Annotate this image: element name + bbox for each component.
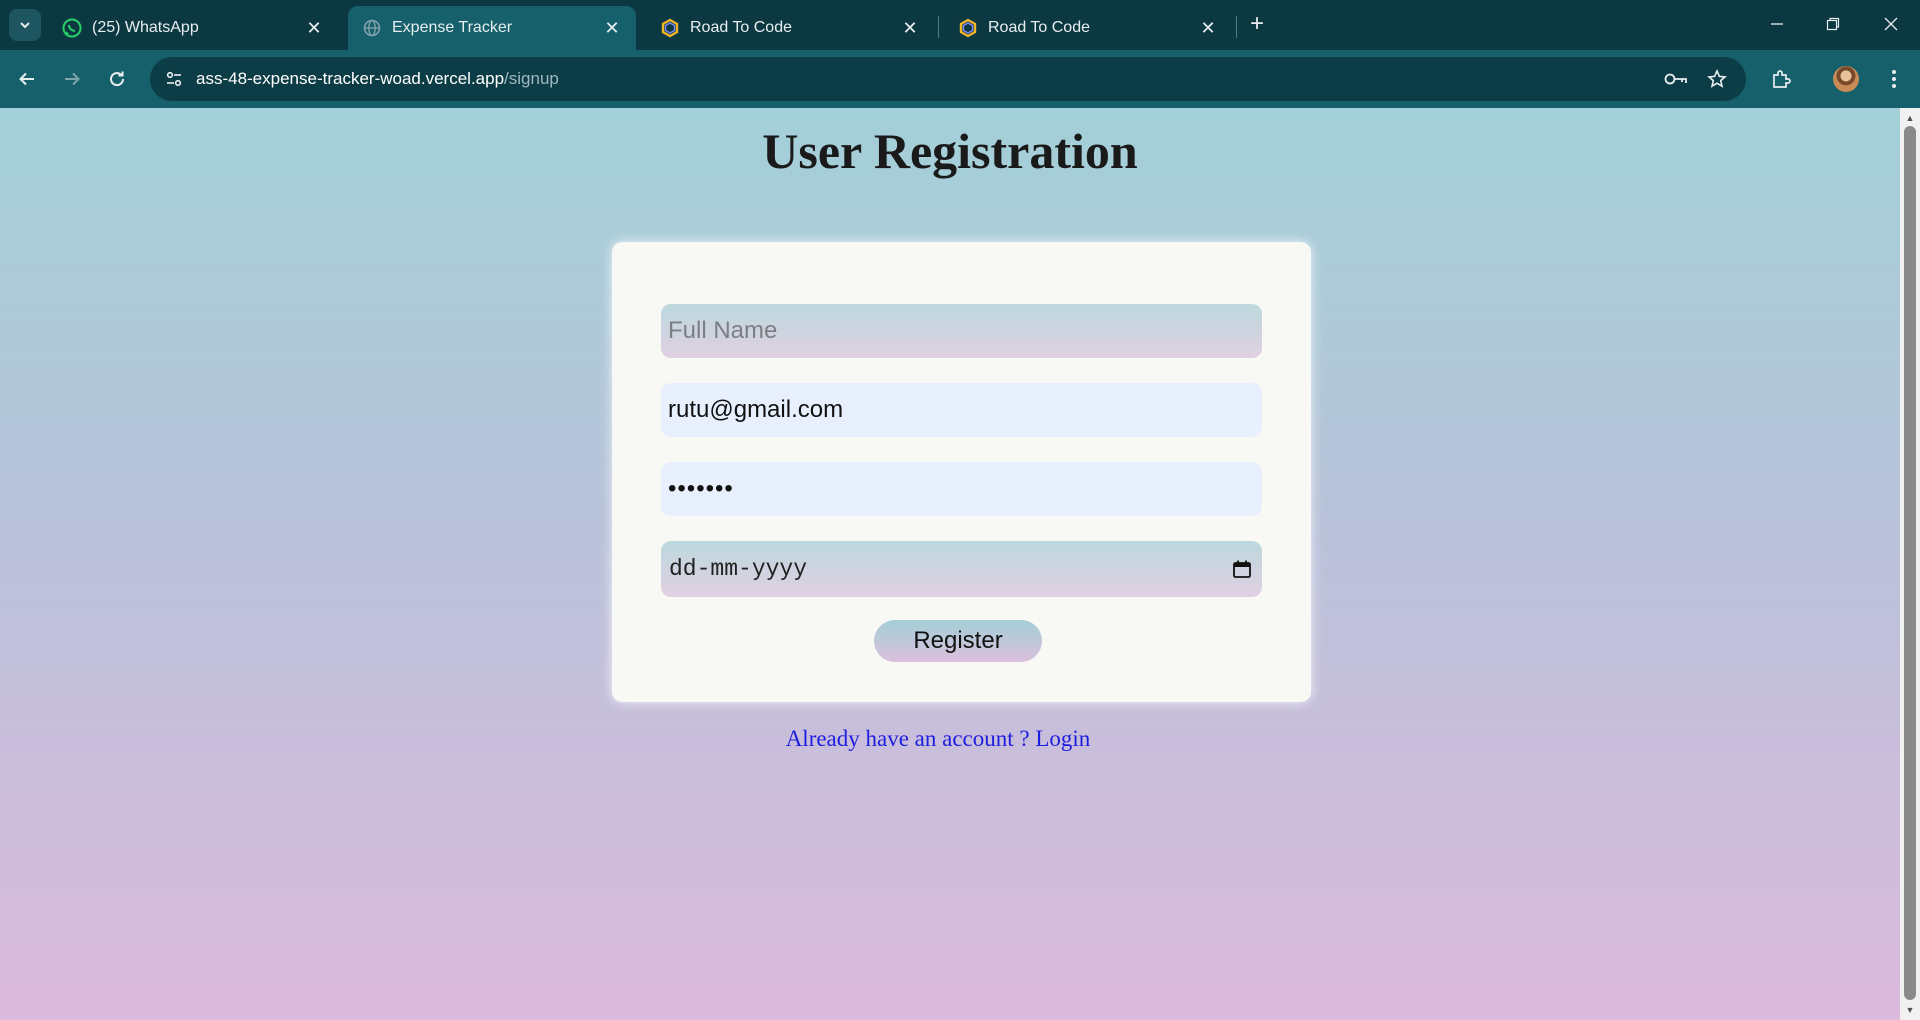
globe-icon (362, 18, 382, 38)
tab-road-to-code-1[interactable]: Road To Code ✕ (646, 6, 934, 50)
page-viewport: User Registration dd-mm-yyyy Register Al… (0, 108, 1900, 1020)
page-title: User Registration (762, 123, 1138, 179)
scrollbar-thumb[interactable] (1904, 126, 1916, 1000)
address-bar[interactable]: ass-48-expense-tracker-woad.vercel.app/s… (150, 57, 1746, 101)
page-scrollbar[interactable]: ▲ ▼ (1900, 108, 1920, 1020)
hexagon-logo-icon (958, 18, 978, 38)
close-icon (1884, 17, 1898, 31)
puzzle-icon (1773, 70, 1791, 88)
reload-button[interactable] (100, 62, 134, 96)
bookmark-star-icon[interactable] (1705, 67, 1729, 91)
full-name-input[interactable] (661, 304, 1262, 358)
hexagon-logo-icon (660, 18, 680, 38)
calendar-icon[interactable] (1230, 557, 1254, 581)
tab-expense-tracker[interactable]: Expense Tracker ✕ (348, 6, 636, 50)
minimize-button[interactable] (1757, 8, 1797, 40)
tab-title: Road To Code (690, 19, 792, 36)
close-tab-icon[interactable]: ✕ (900, 18, 920, 38)
site-info-icon[interactable] (154, 59, 194, 99)
restore-icon (1826, 17, 1840, 31)
new-tab-button[interactable]: + (1243, 12, 1271, 37)
close-tab-icon[interactable]: ✕ (304, 18, 324, 38)
tab-title: (25) WhatsApp (92, 19, 199, 36)
date-of-birth-input[interactable]: dd-mm-yyyy (661, 541, 1262, 597)
chevron-down-icon (20, 22, 30, 29)
tab-whatsapp[interactable]: (25) WhatsApp ✕ (48, 6, 338, 50)
tab-title: Road To Code (988, 19, 1090, 36)
profile-avatar[interactable] (1833, 66, 1859, 92)
register-button[interactable]: Register (874, 620, 1042, 662)
registration-card: dd-mm-yyyy Register (612, 242, 1311, 702)
back-button[interactable] (10, 62, 44, 96)
arrow-left-icon (19, 72, 34, 86)
url-text: ass-48-expense-tracker-woad.vercel.app/s… (196, 69, 559, 89)
password-key-icon[interactable] (1664, 67, 1688, 91)
scroll-down-arrow-icon[interactable]: ▼ (1900, 1002, 1920, 1018)
extensions-button[interactable] (1764, 62, 1798, 96)
password-input[interactable] (661, 462, 1262, 516)
url-host: ass-48-expense-tracker-woad.vercel.app (196, 69, 505, 88)
minimize-icon (1771, 23, 1783, 25)
tab-divider (1236, 16, 1237, 38)
close-window-button[interactable] (1871, 8, 1911, 40)
email-input[interactable] (661, 383, 1262, 437)
reload-icon (110, 71, 125, 87)
forward-button[interactable] (55, 62, 89, 96)
arrow-right-icon (65, 72, 80, 86)
tab-strip: (25) WhatsApp ✕ Expense Tracker ✕ Road T… (0, 0, 1920, 50)
close-tab-icon[interactable]: ✕ (602, 18, 622, 38)
browser-toolbar: ass-48-expense-tracker-woad.vercel.app/s… (0, 50, 1920, 108)
more-vert-icon (1892, 70, 1896, 88)
tab-road-to-code-2[interactable]: Road To Code ✕ (944, 6, 1232, 50)
whatsapp-icon (62, 18, 82, 38)
restore-button[interactable] (1813, 8, 1853, 40)
browser-menu-button[interactable] (1877, 62, 1911, 96)
scroll-up-arrow-icon[interactable]: ▲ (1900, 110, 1920, 126)
date-placeholder: dd-mm-yyyy (669, 556, 808, 582)
login-link[interactable]: Already have an account ? Login (0, 726, 1876, 752)
tab-search-button[interactable] (9, 9, 41, 41)
tab-title: Expense Tracker (392, 19, 513, 36)
close-tab-icon[interactable]: ✕ (1198, 18, 1218, 38)
tab-divider (938, 16, 939, 38)
url-path: /signup (504, 69, 559, 88)
